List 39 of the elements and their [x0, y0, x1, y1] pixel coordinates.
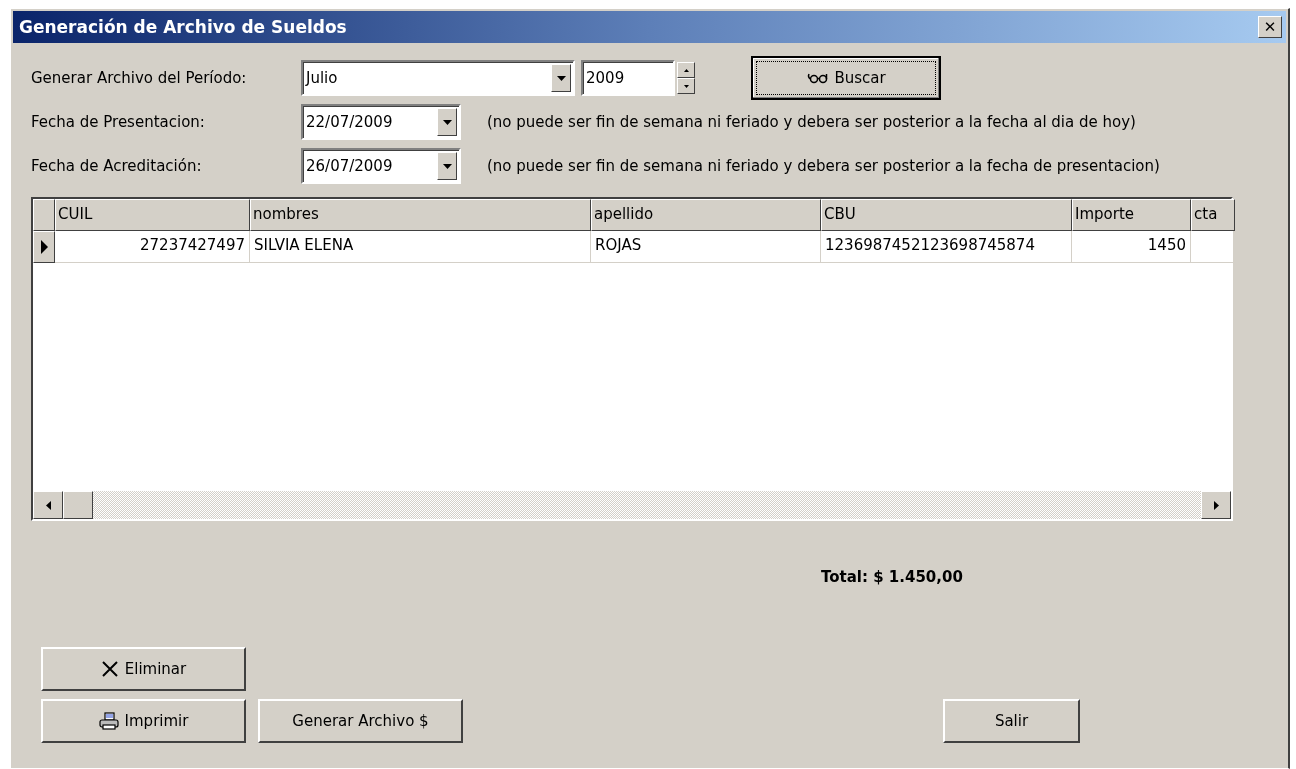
scroll-thumb[interactable] [63, 491, 93, 519]
x-icon [100, 660, 119, 678]
year-spinner[interactable]: 2009 [581, 60, 675, 96]
date-label: Fecha de Acreditación: [31, 157, 203, 175]
table-cell: ROJAS [595, 236, 642, 254]
column-header[interactable]: CUIL [55, 199, 250, 231]
date-hint: (no puede ser fin de semana ni feriado y debera ser posterior a la fecha de presentacion) [487, 157, 1160, 175]
period-label: Generar Archivo del Período: [31, 69, 248, 87]
table-cell: 27237427497 [140, 236, 245, 254]
horizontal-scrollbar[interactable] [33, 491, 1231, 519]
current-row-icon [40, 240, 48, 254]
column-header[interactable]: CBU [821, 199, 1072, 231]
date-label: Fecha de Presentacion: [31, 113, 206, 131]
row-indicator[interactable] [33, 231, 55, 263]
close-button[interactable]: ✕ [1258, 16, 1282, 38]
action-button[interactable]: Generar Archivo $ [258, 699, 463, 743]
printer-icon [98, 712, 119, 730]
scroll-right-icon[interactable] [1201, 491, 1231, 519]
spin-up-icon[interactable] [677, 62, 695, 78]
search-button[interactable]: Buscar [751, 56, 941, 100]
date-picker[interactable]: 22/07/2009 [301, 104, 461, 140]
column-header[interactable]: apellido [591, 199, 821, 231]
table-cell: 1236987452123698745874 [825, 236, 1035, 254]
column-header[interactable]: Importe [1072, 199, 1191, 231]
window-title: Generación de Archivo de Sueldos [19, 17, 347, 37]
action-button[interactable]: Imprimir [41, 699, 246, 743]
total-label: Total: $ 1.450,00 [821, 568, 963, 586]
action-button[interactable]: Salir [943, 699, 1080, 743]
table-cell: 1450 [1147, 236, 1186, 254]
spin-down-icon[interactable] [677, 78, 695, 94]
action-button[interactable]: Eliminar [41, 647, 246, 691]
month-dropdown[interactable]: Julio [301, 60, 575, 96]
date-hint: (no puede ser fin de semana ni feriado y debera ser posterior a la fecha al dia de hoy) [487, 113, 1136, 131]
scroll-left-icon[interactable] [33, 491, 63, 519]
glasses-icon [806, 72, 829, 84]
column-header[interactable]: cta [1191, 199, 1235, 231]
column-header[interactable]: nombres [250, 199, 591, 231]
table-cell: SILVIA ELENA [254, 236, 354, 254]
date-picker[interactable]: 26/07/2009 [301, 148, 461, 184]
